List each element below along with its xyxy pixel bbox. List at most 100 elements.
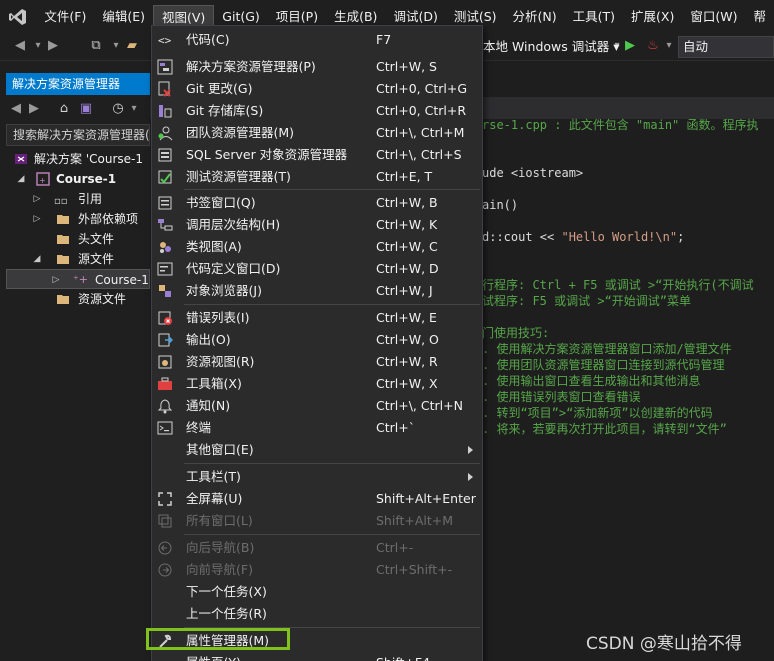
sql-server-icon: [157, 147, 173, 163]
menu-1[interactable]: 编辑(E): [94, 5, 153, 29]
menu-separator: [184, 304, 480, 305]
menu-11[interactable]: 窗口(W): [682, 5, 745, 29]
solution-explorer-title[interactable]: 解决方案资源管理器: [6, 73, 150, 95]
view-menu-item[interactable]: 属性页(Y) Shift+F4: [152, 652, 482, 661]
code-line: d::cout << "Hello World!\n";: [482, 228, 684, 246]
menu-item-shortcut: Ctrl+-: [376, 540, 414, 555]
call-hierarchy-icon: [157, 217, 173, 233]
code-text: . 转到“项目”>“添加新项”以创建新的代码: [482, 406, 713, 420]
output-icon: [157, 332, 174, 348]
menu-item-label: 测试资源管理器(T): [186, 169, 291, 184]
dropdown-icon[interactable]: ▾: [30, 38, 46, 54]
view-menu-item[interactable]: Git 存储库(S) Ctrl+0, Ctrl+R: [152, 100, 482, 122]
view-menu-item[interactable]: 测试资源管理器(T) Ctrl+E, T: [152, 166, 482, 188]
view-menu-item[interactable]: 代码定义窗口(D) Ctrl+W, D: [152, 258, 482, 280]
menu-item-shortcut: F7: [376, 32, 392, 47]
view-menu-item[interactable]: 类视图(A) Ctrl+W, C: [152, 236, 482, 258]
menu-12[interactable]: 帮: [745, 5, 774, 29]
menu-item-shortcut: Shift+F4: [376, 652, 430, 661]
solution-explorer-icon: [157, 59, 173, 75]
submenu-arrow-icon: [468, 446, 473, 454]
view-menu-item[interactable]: <> 代码(C) F7: [152, 29, 482, 51]
forward-icon[interactable]: ▶: [26, 101, 42, 117]
menu-8[interactable]: 分析(N): [505, 5, 565, 29]
tree-item-references[interactable]: ▷ ▫▫ 引用: [6, 189, 150, 209]
menu-item-label: 错误列表(I): [186, 310, 250, 325]
watermark: CSDN @寒山拾不得: [586, 634, 742, 654]
view-menu-item[interactable]: 全屏幕(U) Shift+Alt+Enter: [152, 488, 482, 510]
start-debug-icon[interactable]: ▶: [622, 38, 638, 54]
view-menu-item[interactable]: 所有窗口(L) Shift+Alt+M: [152, 510, 482, 532]
menu-item-label: 输出(O): [186, 332, 231, 347]
folder-icon: [56, 232, 70, 246]
terminal-icon: [157, 420, 173, 436]
view-menu-item[interactable]: 上一个任务(R): [152, 603, 482, 625]
menu-item-label: 上一个任务(R): [186, 606, 267, 621]
code-text: ;: [677, 230, 685, 244]
view-menu-item[interactable]: 解决方案资源管理器(P) Ctrl+W, S: [152, 56, 482, 78]
tree-item-header-files[interactable]: 头文件: [6, 229, 150, 249]
collapse-arrow-icon[interactable]: ▷: [51, 270, 61, 288]
code-line: . 将来，若要再次打开此项目，请转到“文件”: [482, 420, 727, 438]
view-menu-item[interactable]: 团队资源管理器(M) Ctrl+\, Ctrl+M: [152, 122, 482, 144]
tree-item-solution[interactable]: 解决方案 'Course-1: [6, 149, 150, 169]
view-menu-item[interactable]: SQL Server 对象资源管理器 Ctrl+\, Ctrl+S: [152, 144, 482, 166]
view-menu-item[interactable]: 下一个任务(X): [152, 581, 482, 603]
history-icon[interactable]: ◷: [110, 101, 126, 117]
tree-item-external-deps[interactable]: ▷ 外部依赖项: [6, 209, 150, 229]
dropdown-icon[interactable]: ▾: [126, 101, 142, 117]
view-menu-item[interactable]: 工具栏(T): [152, 466, 482, 488]
back-icon[interactable]: ◀: [8, 101, 24, 117]
menu-0[interactable]: 文件(F): [36, 5, 94, 29]
code-text: 门使用技巧:: [482, 326, 550, 340]
collapse-arrow-icon[interactable]: ▷: [32, 189, 42, 209]
code-text: 试程序: F5 或调试 >“开始调试”菜单: [482, 294, 692, 308]
open-folder-icon[interactable]: ▰: [124, 38, 140, 54]
tree-item-resource-files[interactable]: 资源文件: [6, 289, 150, 309]
code-text: 行程序: Ctrl + F5 或调试 >“开始执行(不调试: [482, 278, 754, 292]
dropdown-icon[interactable]: ▾: [661, 38, 677, 54]
tree-item-cpp-file[interactable]: ▷ ⁺+ Course-1.: [6, 269, 150, 289]
view-menu-item[interactable]: 向前导航(F) Ctrl+Shift+-: [152, 559, 482, 581]
new-project-icon[interactable]: ⧉: [88, 38, 104, 54]
view-menu-item[interactable]: 工具箱(X) Ctrl+W, X: [152, 373, 482, 395]
tree-item-source-files[interactable]: ◢ 源文件: [6, 249, 150, 269]
menu-item-shortcut: Ctrl+Shift+-: [376, 562, 453, 577]
switch-views-icon[interactable]: ▣: [78, 101, 94, 117]
menu-9[interactable]: 工具(T): [565, 5, 623, 29]
menu-item-shortcut: Ctrl+W, O: [376, 332, 439, 347]
debug-target-button[interactable]: 本地 Windows 调试器 ▾: [483, 39, 620, 55]
config-combobox[interactable]: 自动: [678, 36, 774, 58]
dropdown-icon[interactable]: ▾: [108, 38, 124, 54]
view-menu-item[interactable]: 资源视图(R) Ctrl+W, R: [152, 351, 482, 373]
resource-view-icon: [157, 354, 173, 370]
visual-studio-logo-icon[interactable]: [0, 0, 36, 33]
menu-item-label: 对象浏览器(J): [186, 283, 262, 298]
view-menu-item[interactable]: 通知(N) Ctrl+\, Ctrl+N: [152, 395, 482, 417]
view-menu-item[interactable]: Git 更改(G) Ctrl+0, Ctrl+G: [152, 78, 482, 100]
view-menu-item[interactable]: 错误列表(I) Ctrl+W, E: [152, 307, 482, 329]
hot-reload-icon[interactable]: ♨: [645, 38, 661, 54]
home-icon[interactable]: ⌂: [56, 101, 72, 117]
view-menu-item[interactable]: 其他窗口(E): [152, 439, 482, 461]
back-arrow-icon[interactable]: ◀: [12, 38, 28, 54]
expand-arrow-icon[interactable]: ◢: [16, 169, 26, 189]
view-menu-item[interactable]: 书签窗口(Q) Ctrl+W, B: [152, 192, 482, 214]
view-menu-item[interactable]: 对象浏览器(J) Ctrl+W, J: [152, 280, 482, 302]
menu-item-shortcut: Ctrl+\, Ctrl+M: [376, 125, 465, 140]
fullscreen-icon: [157, 491, 173, 507]
collapse-arrow-icon[interactable]: ▷: [32, 209, 42, 229]
view-menu-item[interactable]: 调用层次结构(H) Ctrl+W, K: [152, 214, 482, 236]
menu-item-label: 所有窗口(L): [186, 513, 253, 528]
forward-arrow-icon[interactable]: ▶: [45, 38, 61, 54]
menu-10[interactable]: 扩展(X): [623, 5, 682, 29]
view-menu-item[interactable]: 终端 Ctrl+`: [152, 417, 482, 439]
expand-arrow-icon[interactable]: ◢: [32, 249, 42, 269]
svg-text:+: +: [39, 176, 46, 185]
solution-search-input[interactable]: 搜索解决方案资源管理器(C: [6, 124, 150, 146]
menu-item-label: 向后导航(B): [186, 540, 255, 555]
tree-item-project[interactable]: ◢ + Course-1: [6, 169, 150, 189]
view-menu-item[interactable]: 向后导航(B) Ctrl+-: [152, 537, 482, 559]
view-menu-item[interactable]: 输出(O) Ctrl+W, O: [152, 329, 482, 351]
git-repository-icon: [157, 103, 173, 119]
